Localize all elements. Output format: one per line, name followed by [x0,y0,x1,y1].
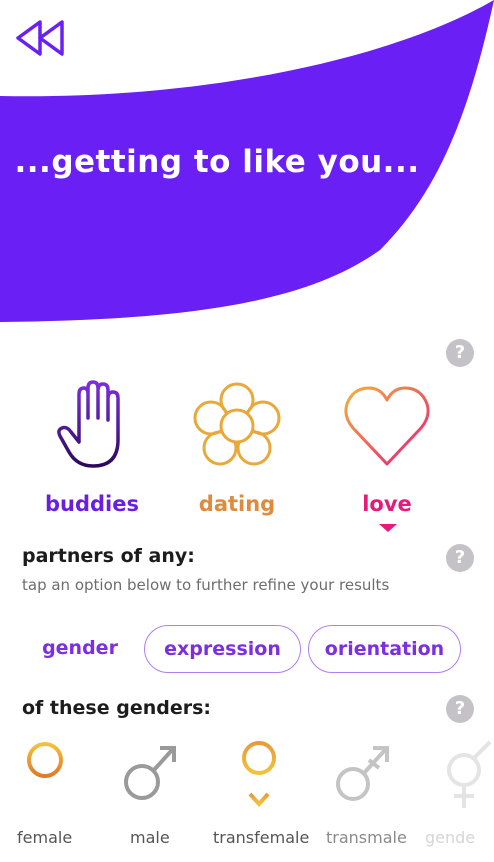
male-symbol-icon [124,746,176,800]
gender-label-female: female [17,828,73,847]
gender-label-transfemale: transfemale [213,828,310,847]
relationship-help-button[interactable]: ? [446,339,474,367]
page-title: ...getting to like you... [14,144,420,180]
gender-option-genderqueer[interactable] [428,738,494,810]
transfemale-symbol-icon [242,741,276,807]
heart-icon [344,386,430,466]
gender-label-transmale: transmale [326,828,407,847]
genderqueer-symbol-icon [447,740,492,808]
transmale-symbol-icon [336,746,389,801]
flower-icon [193,382,281,466]
gender-label-male: male [130,828,170,847]
gender-option-transfemale[interactable] [214,738,304,810]
tab-expression[interactable]: expression [144,625,301,673]
genders-help-button[interactable]: ? [446,695,474,723]
hand-icon [57,380,120,468]
tab-orientation[interactable]: orientation [308,625,461,673]
relationship-option-love[interactable]: love [312,380,462,516]
gender-option-male[interactable] [105,738,195,808]
partners-title: partners of any: [22,545,195,567]
genders-title: of these genders: [22,697,212,719]
tab-gender[interactable]: gender [22,625,138,673]
relationship-label-love: love [362,492,412,516]
relationship-option-dating[interactable]: dating [162,380,312,516]
gender-label-genderqueer: gende [425,828,476,847]
relationship-label-buddies: buddies [45,492,139,516]
partners-subtitle: tap an option below to further refine yo… [22,576,390,594]
gender-option-transmale[interactable] [318,738,408,810]
partners-help-button[interactable]: ? [446,544,474,572]
back-button[interactable] [14,18,66,58]
rewind-icon [16,20,64,56]
relationship-option-buddies[interactable]: buddies [17,380,167,516]
selected-caret [379,524,397,532]
female-symbol-icon [27,742,63,804]
gender-option-female[interactable] [0,738,90,808]
relationship-label-dating: dating [198,492,276,516]
